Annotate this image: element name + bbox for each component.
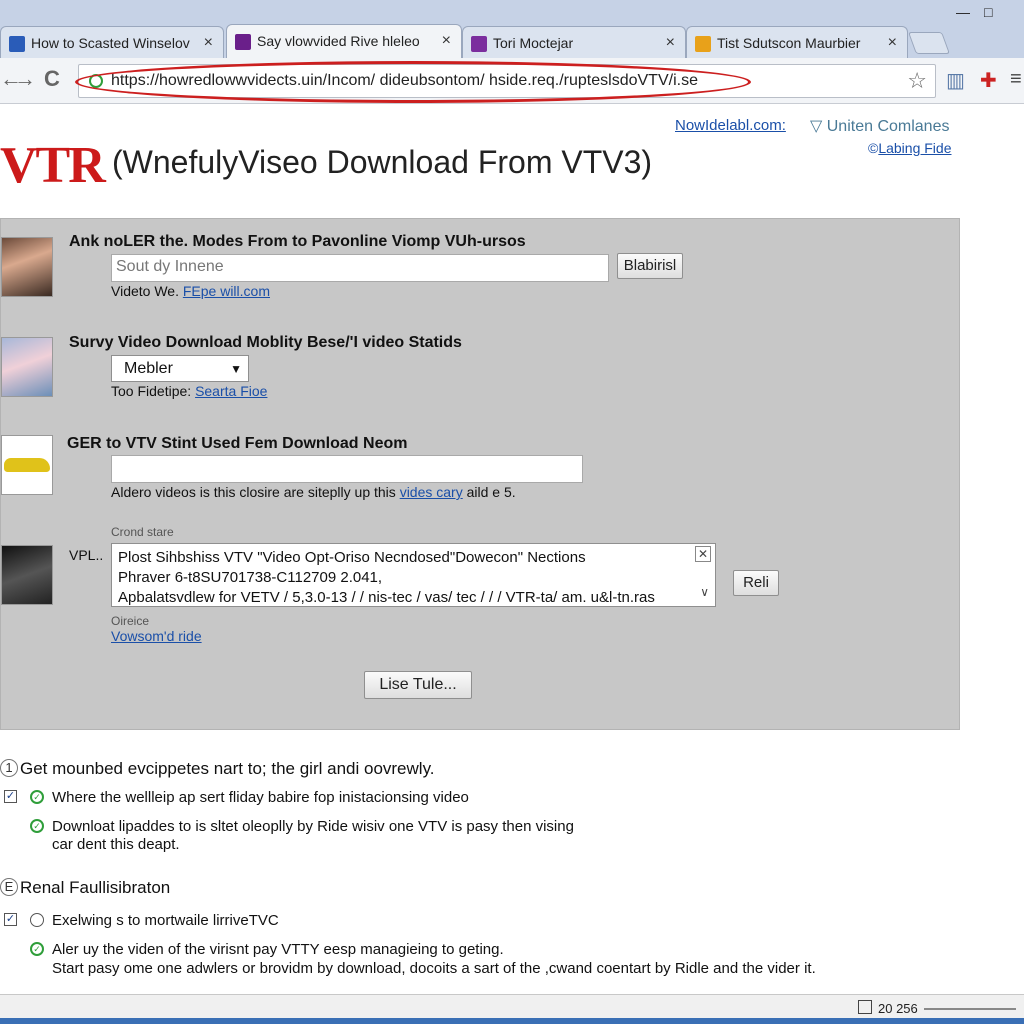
quality-select[interactable]: Mebler ▼ [111,355,249,382]
tab-label: Say vlowvided Rive hleleo [257,33,420,49]
dropdown-triangle-icon: ▽ [810,118,827,135]
tab-strip: How to Scasted Winselov × Say vlowvided … [0,0,1024,60]
list-item: Downloat lipaddes to is sltet oleoplly b… [52,818,574,835]
radio-button[interactable] [30,913,44,927]
tab-label: Tist Sdutscon Maurbier [717,35,861,51]
site-logo: VTR [0,137,106,194]
hint-text: Aldero videos is this closire are sitepl… [111,484,516,500]
text-input[interactable] [111,455,583,483]
select-value: Mebler [124,360,173,377]
textarea-line: Phraver 6-t8SU701738-C112709 2.041, [118,569,383,586]
tab-label: Tori Moctejar [493,35,574,51]
list-item: Exelwing s to mortwaile lirriveTVC [52,912,279,929]
header-link-comments[interactable]: ▽ Uniten Comlanes [810,116,949,136]
textarea-line: Plost Sihbshiss VTV "Video Opt-Oriso Nec… [118,549,586,566]
list-item: Start pasy ome one adwlers or brovidm by… [52,960,816,977]
textarea-line: Apbalatsvdlew for VETV / 5,3.0-13 / / ni… [118,589,655,606]
tab-3[interactable]: Tori Moctejar × [462,26,686,60]
page-favicon-icon [471,36,487,52]
list-item: car dent this deapt. [52,836,180,853]
hint-suffix: aild e 5. [462,484,516,500]
hint-link[interactable]: Searta Fioe [195,383,267,399]
hint-link[interactable]: vides cary [400,484,463,500]
tab-label: How to Scasted Winselov [31,35,190,51]
clear-icon[interactable]: ✕ [695,546,711,562]
header-link-site[interactable]: NowIdelabl.com: [675,117,786,134]
addon-icon[interactable]: ✚ [980,68,997,93]
hint-text: Too Fidetipe: Searta Fioe [111,383,267,399]
copyright-icon: © [868,140,879,156]
header-link-comments-label: Uniten Comlanes [826,118,950,135]
page-title: (WnefulyViseo Download From VTV3) [112,144,653,180]
page-favicon-icon [235,34,251,50]
hint-prefix: Videto We. [111,283,183,299]
checkbox-checked[interactable]: ✓ [4,790,17,803]
page-favicon-icon [695,36,711,52]
red-highlight-circle [75,61,751,103]
chevron-down-icon[interactable]: ∨ [700,582,709,602]
address-bar[interactable]: https://howredlowwvidects.uin/Incom/ did… [75,61,936,103]
hint-prefix: Too Fidetipe: [111,383,196,399]
header-link-guide-label: Labing Fide [878,140,952,156]
check-circle-icon: ✓ [30,790,44,804]
list-heading: Get mounbed evcippetes nart to; the girl… [20,759,435,778]
submit-button[interactable]: Blabirisl [617,253,683,279]
tab-2[interactable]: Say vlowvided Rive hleleo × [226,24,462,60]
page-icon [858,1000,872,1014]
bookmark-star-icon[interactable]: ☆ [907,68,927,94]
tab-4[interactable]: Tist Sdutscon Maurbier × [686,26,908,60]
field-label: VPL.. [69,547,104,563]
chevron-down-icon: ▼ [230,362,242,376]
maximize-icon[interactable]: □ [984,4,992,20]
section-heading: GER to VTV Stint Used Fem Download Neom [67,435,408,452]
close-tab-icon[interactable]: × [666,34,675,52]
hint-link[interactable]: FEpe will.com [183,283,270,299]
car-thumbnail-image [1,435,53,495]
minimize-icon[interactable]: — [956,4,970,20]
step-number-badge: E [0,878,18,896]
list-item: Aler uy the viden of the virisnt pay VTT… [52,941,504,958]
result-textarea[interactable]: Plost Sihbshiss VTV "Video Opt-Oriso Nec… [111,543,716,607]
section-heading: Survy Video Download Moblity Bese/'I vid… [69,334,462,351]
tab-1[interactable]: How to Scasted Winselov × [0,26,224,60]
forward-icon[interactable]: → [14,66,36,92]
check-circle-icon: ✓ [30,942,44,956]
checkbox-checked[interactable]: ✓ [4,913,17,926]
thumbnail-image [1,545,53,605]
new-tab-button[interactable] [907,32,951,54]
download-panel: Ank noLER the. Modes From to Pavonline V… [0,218,960,730]
list-heading: Renal Faullisibraton [20,878,171,897]
menu-icon[interactable]: ≡ [1010,68,1022,91]
sub-caption: Oireice [111,614,150,628]
field-caption: Crond stare [111,525,174,539]
browser-toolbar: ← → C https://howredlowwvidects.uin/Inco… [0,58,1024,104]
download-link[interactable]: Vowsom'd ride [111,628,202,644]
taskbar-edge [0,1018,1024,1024]
thumbnail-image [1,337,53,397]
section-heading: Ank noLER the. Modes From to Pavonline V… [69,233,526,250]
hint-prefix: Aldero videos is this closire are sitepl… [111,484,400,500]
header-link-guide[interactable]: © Labing Fide [868,140,952,156]
hint-text: Videto We. FEpe will.com [111,283,270,299]
close-tab-icon[interactable]: × [204,34,213,52]
step-number-badge: 1 [0,759,18,777]
action-button[interactable]: Lise Tule... [364,671,472,699]
check-circle-icon: ✓ [30,819,44,833]
list-item: Where the wellleip ap sert fliday babire… [52,789,469,806]
page-favicon-icon [9,36,25,52]
thumbnail-image [1,237,53,297]
car-shape [4,458,50,472]
url-input[interactable]: Sout dy Innene [111,254,609,282]
reload-icon[interactable]: C [44,66,60,92]
extension-icon[interactable]: ▥ [946,68,965,93]
close-tab-icon[interactable]: × [442,32,451,50]
zoom-slider[interactable] [924,1008,1016,1010]
read-button[interactable]: Reli [733,570,779,596]
status-count: 20 256 [878,1001,918,1016]
close-tab-icon[interactable]: × [888,34,897,52]
